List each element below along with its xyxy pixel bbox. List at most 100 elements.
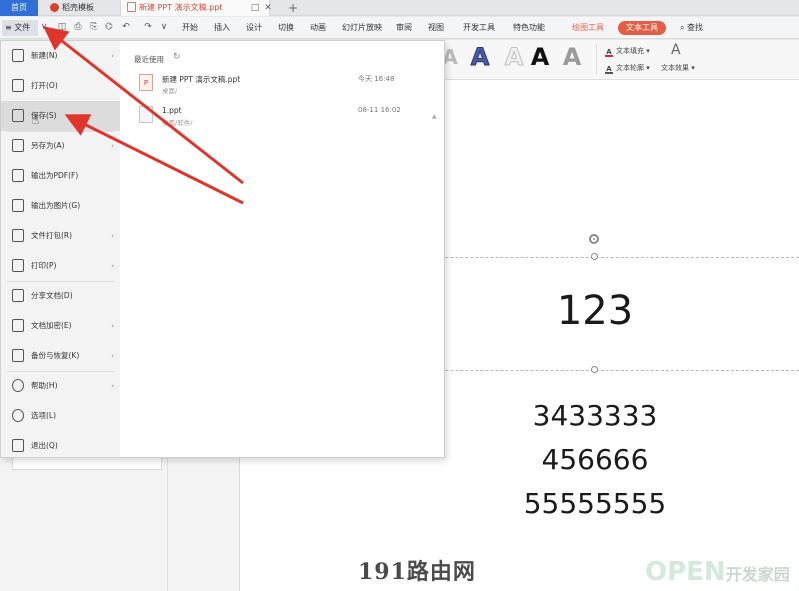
- text-effect-icon[interactable]: A: [671, 42, 681, 58]
- file-menu-backup[interactable]: 备份与恢复(K) ›: [1, 341, 120, 371]
- file-menu-save-as[interactable]: 另存为(A) ›: [1, 131, 120, 161]
- save-quick-icon[interactable]: ◫: [56, 21, 68, 34]
- gear-icon: [12, 409, 24, 422]
- menu-review[interactable]: 审阅: [396, 21, 412, 35]
- printer-icon: [12, 259, 24, 272]
- menu-insert[interactable]: 插入: [214, 21, 230, 35]
- recent-file-item[interactable]: P 新建 PPT 演示文稿.ppt 桌面/ 今天 16:48: [136, 73, 436, 103]
- print-preview-quick-icon[interactable]: ⎙: [72, 21, 84, 34]
- file-menu-package[interactable]: 文件打包(R) ›: [1, 221, 120, 251]
- file-dropdown-caret-icon[interactable]: ∨: [38, 21, 50, 34]
- file-menu-backup-label: 备份与恢复(K): [31, 351, 80, 360]
- save-as-icon: [12, 139, 24, 152]
- rotate-handle-icon[interactable]: [589, 234, 599, 244]
- file-menu-export-pdf[interactable]: 输出为PDF(F): [1, 161, 120, 191]
- menu-view[interactable]: 视图: [428, 21, 444, 35]
- submenu-arrow-icon: ›: [111, 142, 114, 150]
- ribbon-text-tools: A A A A A A 文本填充 ▾ A 文本轮廓 ▾ A 文本效果 ▾: [442, 40, 799, 80]
- image-icon: [12, 199, 24, 212]
- submenu-arrow-icon: ›: [111, 232, 114, 240]
- open-logo-watermark: OPEN开发家园: [645, 557, 790, 587]
- menu-design[interactable]: 设计: [246, 21, 262, 35]
- text-effect-button[interactable]: 文本效果 ▾: [661, 63, 695, 73]
- slide-body-line-1: 3433333: [532, 399, 658, 432]
- file-menu-new[interactable]: 新建(N) ›: [1, 41, 120, 71]
- text-outline-label: 文本轮廓: [616, 64, 644, 72]
- menu-animation[interactable]: 动画: [310, 21, 326, 35]
- search-box[interactable]: ⌕ 查找: [680, 21, 703, 35]
- slide-body-line-2: 456666: [541, 443, 649, 476]
- menu-start[interactable]: 开始: [182, 21, 198, 35]
- format-painter-icon[interactable]: ⌬: [103, 21, 115, 34]
- slide-body-textbox[interactable]: 3433333 456666 55555555: [490, 394, 700, 526]
- file-menu-package-label: 文件打包(R): [31, 231, 73, 240]
- lock-document-icon: [12, 319, 24, 332]
- menu-bar: ≡ 文件 ∨ ◫ ⎙ ⎘ ⌬ ↶ ↷ ∨ 开始 插入 设计 切换 动画 幻灯片放…: [0, 17, 799, 39]
- window-restore-icon[interactable]: □: [250, 0, 260, 16]
- refresh-icon[interactable]: ↻: [173, 52, 181, 62]
- file-menu-export-image[interactable]: 输出为图片(G): [1, 191, 120, 221]
- package-icon: [12, 229, 24, 242]
- text-fill-icon: A: [605, 48, 613, 57]
- file-menu-encrypt[interactable]: 文档加密(E) ›: [1, 311, 120, 341]
- recent-file-date: 08-11 16:02: [358, 106, 401, 114]
- new-tab-plus-icon[interactable]: +: [286, 0, 300, 16]
- search-label: 查找: [687, 23, 704, 32]
- tab-close-icon[interactable]: ✕: [263, 0, 273, 16]
- file-menu-share[interactable]: 分享文档(D): [1, 281, 120, 311]
- file-menu-share-label: 分享文档(D): [31, 291, 73, 300]
- file-menu-options[interactable]: 选项(L): [1, 401, 120, 431]
- submenu-arrow-icon: ›: [111, 352, 114, 360]
- file-menu-exit[interactable]: 退出(Q): [1, 431, 120, 461]
- resize-handle-top[interactable]: [591, 253, 598, 260]
- text-fill-button[interactable]: A 文本填充 ▾: [605, 46, 650, 57]
- file-menu-exit-label: 退出(Q): [31, 441, 58, 450]
- text-effect-label: 文本效果: [661, 64, 689, 72]
- menu-drawing-tools[interactable]: 绘图工具: [572, 21, 604, 35]
- file-menu-open[interactable]: 打开(O): [1, 71, 120, 101]
- tab-templates[interactable]: 稻壳模板: [44, 0, 116, 16]
- text-outline-button[interactable]: A 文本轮廓 ▾: [605, 63, 650, 74]
- recent-file-item[interactable]: 1.ppt 桌面/软件/ 08-11 16:02 ▲: [136, 105, 437, 135]
- site-watermark: 191路由网: [358, 559, 476, 585]
- pdf-icon: [12, 169, 24, 182]
- resize-handle-bottom[interactable]: [591, 366, 598, 373]
- file-menu-options-label: 选项(L): [31, 411, 57, 420]
- text-fill-label: 文本填充: [616, 47, 644, 55]
- art-text-style-3[interactable]: A: [527, 42, 553, 72]
- print-quick-icon[interactable]: ⎘: [88, 21, 100, 34]
- recent-file-path: 桌面/软件/: [162, 119, 193, 127]
- pane-divider: [167, 458, 168, 591]
- undo-icon[interactable]: ↶: [120, 21, 132, 34]
- file-menu-export-image-label: 输出为图片(G): [31, 201, 81, 210]
- new-file-icon: [12, 49, 24, 62]
- menu-features[interactable]: 特色功能: [513, 21, 545, 35]
- tab-document[interactable]: 新建 PPT 演示文稿.ppt: [120, 0, 270, 16]
- menu-transition[interactable]: 切换: [278, 21, 294, 35]
- quick-access-more-icon[interactable]: ∨: [158, 21, 170, 34]
- recent-file-path: 桌面/: [162, 87, 178, 95]
- submenu-arrow-icon: ›: [111, 52, 114, 60]
- pin-icon[interactable]: ▲: [432, 113, 437, 120]
- art-text-style-1[interactable]: A: [467, 42, 493, 72]
- tab-home[interactable]: 首页: [0, 0, 38, 16]
- mouse-cursor-icon: ☝: [32, 113, 40, 127]
- ppt-file-icon: [139, 106, 153, 123]
- file-menu-help[interactable]: 帮助(H) ›: [1, 371, 120, 401]
- exit-icon: [12, 439, 24, 452]
- art-text-style-2[interactable]: A: [501, 42, 527, 72]
- open-logo-text: OPEN: [645, 557, 726, 587]
- file-menu-save[interactable]: 保存(S): [1, 101, 120, 131]
- file-menu-button[interactable]: ≡ 文件: [2, 20, 38, 36]
- menu-text-tools[interactable]: 文本工具: [618, 21, 666, 35]
- submenu-arrow-icon: ›: [111, 322, 114, 330]
- menu-developer[interactable]: 开发工具: [463, 21, 495, 35]
- art-text-style-4[interactable]: A: [559, 42, 585, 72]
- backup-icon: [12, 349, 24, 362]
- ribbon-separator: [596, 44, 597, 74]
- slide-title-text[interactable]: 123: [510, 288, 680, 334]
- file-menu-print[interactable]: 打印(P) ›: [1, 251, 120, 281]
- redo-icon[interactable]: ↷: [142, 21, 154, 34]
- menu-slideshow[interactable]: 幻灯片放映: [342, 21, 382, 35]
- wps-presentation-window: 首页 稻壳模板 新建 PPT 演示文稿.ppt □ ✕ + ≡ 文件 ∨ ◫ ⎙…: [0, 0, 799, 591]
